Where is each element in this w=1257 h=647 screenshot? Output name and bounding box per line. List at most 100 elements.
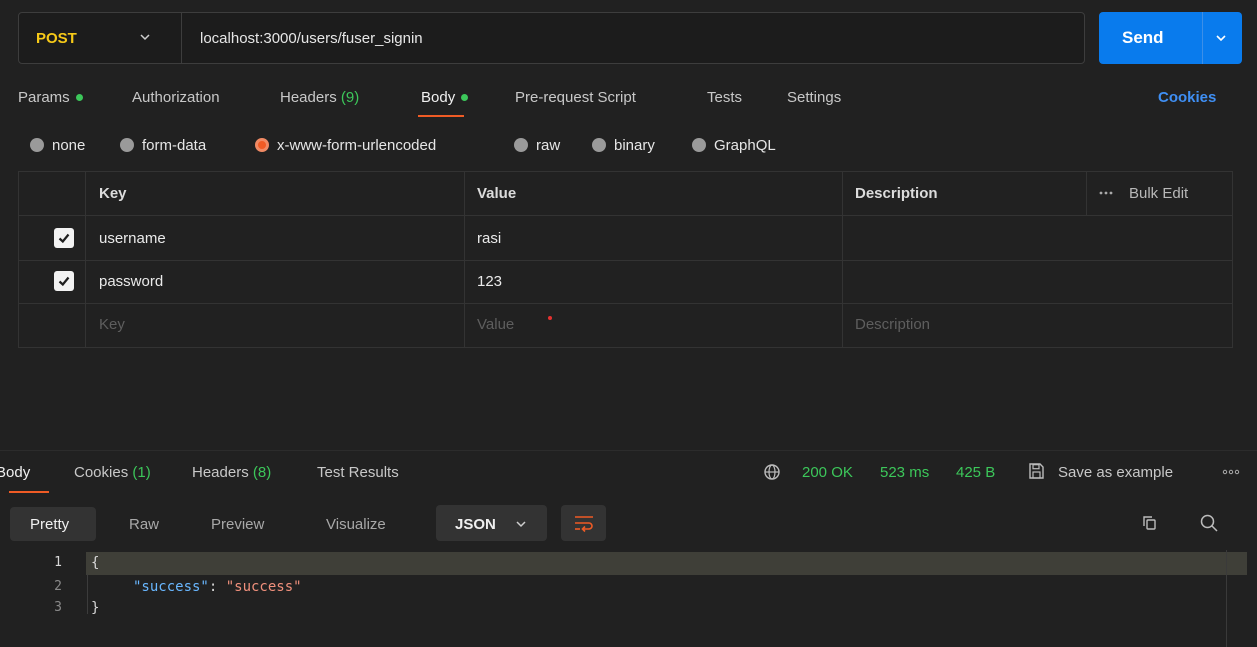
body-type-form-data-label: form-data (142, 136, 207, 154)
view-raw-button[interactable]: Raw (129, 510, 159, 538)
method-label: POST (36, 29, 77, 47)
response-tab-headers-label: Headers (192, 463, 249, 481)
json-open-brace: { (91, 555, 100, 571)
tab-headers[interactable]: Headers (9) (280, 86, 359, 108)
checkmark-icon (58, 233, 70, 244)
radio-graphql (692, 138, 706, 152)
wrap-lines-icon (575, 516, 593, 533)
json-key: "success" (133, 579, 209, 595)
body-indicator (461, 93, 469, 101)
search-icon[interactable] (1199, 513, 1219, 533)
table-column-divider (842, 171, 843, 348)
param-key-cell[interactable]: password (99, 259, 163, 303)
body-type-form-data[interactable]: form-data (120, 135, 206, 155)
checkmark-icon (58, 276, 70, 287)
status-code[interactable]: 200 OK (802, 461, 853, 483)
response-tab-test-results[interactable]: Test Results (317, 461, 399, 483)
chevron-down-icon[interactable] (1213, 30, 1229, 46)
cookies-link[interactable]: Cookies (1158, 86, 1216, 108)
response-time[interactable]: 523 ms (880, 461, 929, 483)
response-tab-headers[interactable]: Headers (8) (192, 461, 271, 483)
view-preview-button[interactable]: Preview (211, 510, 264, 538)
format-label: JSON (455, 515, 496, 533)
body-type-raw-label: raw (536, 136, 561, 154)
row-checkbox[interactable] (54, 228, 74, 248)
radio-none (30, 138, 44, 152)
response-headers-count: (8) (252, 463, 272, 481)
chevron-down-icon (140, 34, 150, 41)
line-number: 2 (54, 579, 62, 594)
response-tab-body[interactable]: Body (0, 461, 30, 483)
row-checkbox[interactable] (54, 271, 74, 291)
bulk-edit-button[interactable]: Bulk Edit (1129, 171, 1188, 215)
indent-guide (87, 574, 88, 614)
column-header-description: Description (855, 184, 938, 202)
body-type-binary-label: binary (614, 136, 655, 154)
response-size[interactable]: 425 B (956, 461, 995, 483)
response-active-indicator (9, 491, 49, 493)
param-key-cell[interactable]: username (99, 216, 166, 260)
new-description-input[interactable]: Description (855, 302, 930, 346)
radio-urlencoded (255, 138, 269, 152)
ellipsis-icon[interactable] (1222, 468, 1240, 476)
send-button-label: Send (1122, 28, 1164, 47)
body-type-binary[interactable]: binary (592, 135, 655, 155)
tab-tests[interactable]: Tests (707, 86, 742, 108)
body-type-graphql[interactable]: GraphQL (692, 135, 776, 155)
column-header-value: Value (477, 184, 517, 202)
headers-count: (9) (340, 88, 360, 106)
tab-headers-label: Headers (280, 88, 337, 106)
json-close-brace: } (91, 600, 100, 616)
body-type-raw[interactable]: raw (514, 135, 560, 155)
json-string-value: "success" (225, 579, 302, 595)
body-type-none[interactable]: none (30, 135, 85, 155)
tab-body[interactable]: Body (421, 86, 469, 108)
save-as-example-button[interactable]: Save as example (1058, 461, 1173, 483)
required-indicator (548, 316, 552, 320)
table-divider (18, 215, 1233, 216)
response-tab-cookies-label: Cookies (74, 463, 129, 481)
copy-icon[interactable] (1140, 514, 1158, 532)
response-tab-cookies[interactable]: Cookies (1) (74, 461, 151, 483)
response-separator (0, 450, 1257, 451)
view-pretty-label: Pretty (30, 515, 70, 533)
url-input[interactable]: localhost:3000/users/fuser_signin (200, 12, 423, 64)
body-type-urlencoded[interactable]: x-www-form-urlencoded (255, 135, 436, 155)
tab-params-label: Params (18, 88, 70, 106)
body-type-graphql-label: GraphQL (714, 136, 776, 154)
globe-icon[interactable] (763, 463, 781, 481)
table-column-divider (85, 171, 86, 348)
params-indicator (75, 93, 83, 101)
json-colon: : (208, 579, 226, 595)
tab-body-label: Body (421, 88, 456, 106)
save-icon (1029, 463, 1044, 479)
table-column-divider (1086, 171, 1087, 215)
chevron-down-icon (516, 521, 526, 528)
cookies-count: (1) (132, 463, 151, 481)
method-selector[interactable]: POST (18, 12, 182, 64)
json-line: "success": "success" (133, 577, 302, 597)
editor-scrollbar[interactable] (1226, 550, 1227, 647)
ellipsis-icon[interactable] (1098, 189, 1114, 197)
view-visualize-button[interactable]: Visualize (326, 510, 386, 538)
body-type-urlencoded-label: x-www-form-urlencoded (277, 136, 437, 154)
new-key-input[interactable]: Key (99, 302, 125, 346)
param-value-cell[interactable]: rasi (477, 216, 501, 260)
column-header-key: Key (99, 184, 127, 202)
tab-authorization[interactable]: Authorization (132, 86, 220, 108)
radio-form-data (120, 138, 134, 152)
table-column-divider (464, 171, 465, 348)
line-number: 3 (54, 600, 62, 615)
tab-params[interactable]: Params (18, 86, 83, 108)
table-divider (18, 260, 1233, 261)
param-value-cell[interactable]: 123 (477, 259, 502, 303)
body-type-none-label: none (52, 136, 86, 154)
line-number: 1 (54, 555, 62, 570)
radio-raw (514, 138, 528, 152)
table-divider (18, 303, 1233, 304)
tab-prerequest-script[interactable]: Pre-request Script (515, 86, 636, 108)
new-value-input[interactable]: Value (477, 302, 514, 346)
active-tab-indicator (418, 115, 464, 117)
tab-settings[interactable]: Settings (787, 86, 841, 108)
radio-binary (592, 138, 606, 152)
